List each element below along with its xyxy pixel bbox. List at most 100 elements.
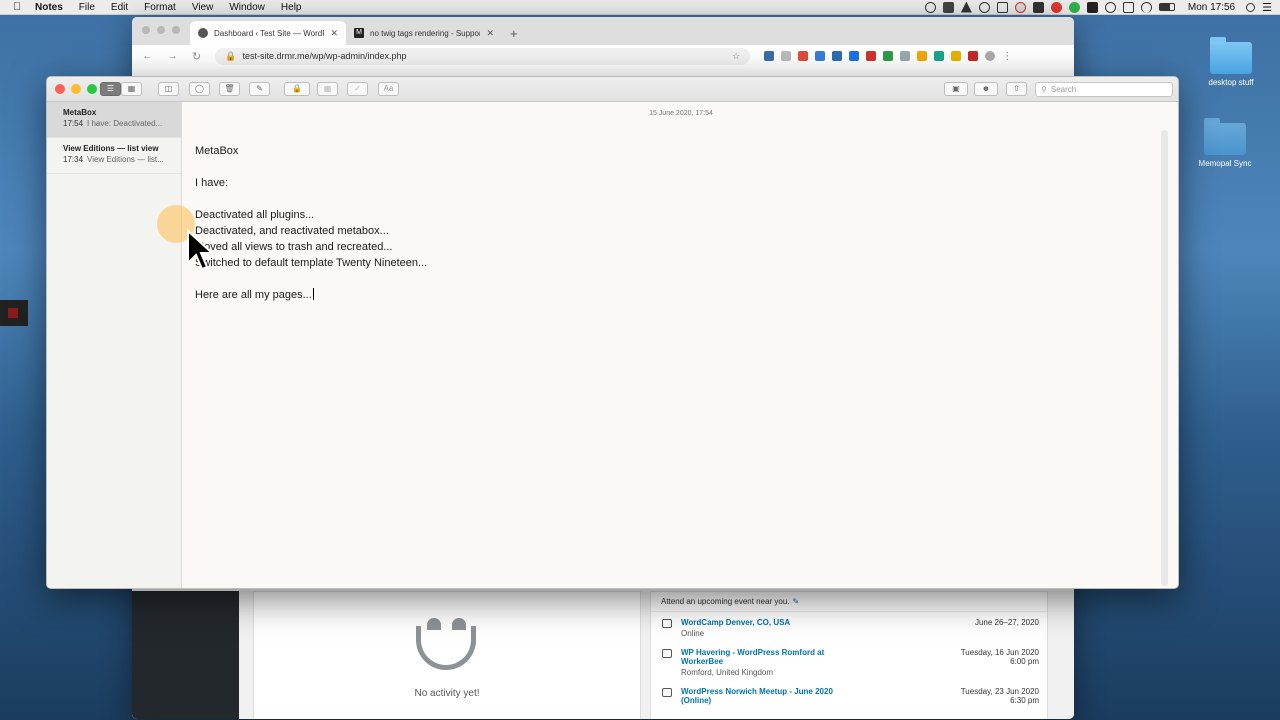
extension-icon[interactable] [832,51,843,61]
browser-tab-bar: Dashboard ‹ Test Site — WordPress ✕ M no… [132,17,1074,45]
menu-clock[interactable]: Mon 17:56 [1188,2,1235,13]
note-editor[interactable]: 15 June 2020, 17:54 MetaBox I have: Deac… [183,102,1170,588]
new-note-button[interactable]: ✎ [249,82,270,96]
status-flower-icon[interactable] [1014,1,1026,13]
extension-icon[interactable] [900,51,911,61]
note-date: 15 June 2020, 17:54 [649,110,713,117]
no-activity-text: No activity yet! [414,688,480,699]
extension-icon[interactable] [849,51,860,61]
event-date-text: Tuesday, 16 Jun 2020 [960,648,1039,657]
note-list-item[interactable]: MetaBox 17:54 I have: Deactivated... [47,102,181,138]
status-sync-icon[interactable] [978,1,990,13]
edit-location-icon[interactable]: ✎ [793,597,800,606]
note-line [195,159,427,175]
status-dropbox-icon[interactable] [942,1,954,13]
gallery-view-button[interactable]: ▦ [121,82,142,96]
desktop-icon-label: Memopal Sync [1198,159,1252,168]
delete-note-button[interactable]: 🗑 [219,82,240,96]
desktop-folder-memopal-sync[interactable]: Memopal Sync [1180,118,1270,168]
status-display-icon[interactable] [1122,1,1134,13]
menu-file[interactable]: File [71,2,103,13]
format-text-button[interactable]: Aa [378,82,399,96]
event-title-link[interactable]: WordCamp Denver, CO, USA [681,618,851,627]
menu-format[interactable]: Format [136,2,184,13]
wordpress-icon [198,28,208,38]
note-list-item[interactable]: View Editions — list view 17:34 View Edit… [47,138,181,174]
wifi-icon[interactable] [1140,1,1152,13]
note-line: MetaBox [195,145,239,157]
status-globe-icon[interactable] [1104,1,1116,13]
extension-icon[interactable] [883,51,894,61]
extension-icons: ⋮ [764,51,1012,62]
search-field[interactable]: ⚲ Search [1035,82,1173,97]
browser-close-button[interactable] [142,26,150,34]
browser-menu-icon[interactable]: ⋮ [1002,51,1012,62]
menu-app-name[interactable]: Notes [29,2,71,13]
apple-menu-icon[interactable]:  [13,1,29,13]
table-button[interactable]: ▦ [317,82,338,96]
extension-icon[interactable] [951,51,962,61]
close-button[interactable] [55,84,65,94]
menu-edit[interactable]: Edit [103,2,136,13]
status-bag-icon[interactable] [1032,1,1044,13]
status-check-icon[interactable] [1068,1,1080,13]
share-button[interactable]: ⇧ [1006,82,1027,96]
desktop-folder-desktop-stuff[interactable]: desktop stuff [1186,37,1276,87]
event-title-link[interactable]: WP Havering - WordPress Romford at Worke… [681,648,851,666]
minimize-button[interactable] [71,84,81,94]
menu-bar:  Notes File Edit Format View Window Hel… [0,0,1280,15]
notification-center-icon[interactable]: ☰ [1262,1,1272,14]
share-people-button[interactable]: ☻ [974,82,998,96]
status-grid-icon[interactable] [996,1,1008,13]
browser-minimize-button[interactable] [157,26,165,34]
tab-title: no twig tags rendering - Support [370,28,481,38]
dock-app-icon[interactable] [0,300,28,326]
zoom-button[interactable] [87,84,97,94]
spotlight-search-icon[interactable] [1246,2,1256,12]
status-location-icon[interactable] [960,1,972,13]
bookmark-star-icon[interactable]: ☆ [732,51,740,62]
checklist-button[interactable]: ✓ [347,82,368,96]
reload-icon[interactable]: ↻ [192,50,201,63]
note-preview: I have: Deactivated... [87,119,163,128]
event-title-link[interactable]: WordPress Norwich Meetup - June 2020 (On… [681,687,851,705]
address-bar[interactable]: 🔒 test-site.drmr.me/wp/wp-admin/index.ph… [215,47,751,65]
extension-icon[interactable] [815,51,826,61]
status-target-icon[interactable] [924,1,936,13]
browser-tab-support[interactable]: M no twig tags rendering - Support ✕ [346,21,502,45]
note-title: MetaBox [63,108,97,117]
extension-icon[interactable] [781,51,792,61]
menu-view[interactable]: View [184,2,222,13]
extension-icon[interactable] [866,51,877,61]
new-tab-button[interactable]: + [502,26,526,45]
event-icon [662,619,672,628]
extension-icon[interactable] [764,51,775,61]
extension-icon[interactable] [968,51,979,61]
extension-icon[interactable] [798,51,809,61]
sidebar-toggle-button[interactable]: ◫ [158,82,179,96]
note-line: Deactivated, and reactivated metabox... [195,225,389,237]
close-tab-icon[interactable]: ✕ [330,28,338,39]
menu-window[interactable]: Window [221,2,273,13]
extension-icon[interactable] [917,51,928,61]
list-view-button[interactable]: ☰ [100,82,121,96]
media-button[interactable]: ▣ [944,82,968,96]
status-app-icon[interactable] [1086,1,1098,13]
forward-arrow-icon[interactable]: → [167,50,178,62]
editor-scrollbar[interactable] [1161,130,1168,586]
browser-zoom-button[interactable] [172,26,180,34]
lock-icon: 🔒 [225,50,237,61]
profile-avatar[interactable] [985,51,996,61]
back-arrow-icon[interactable]: ← [142,50,153,62]
event-time-text: 6:30 pm [1010,696,1039,705]
folder-icon [1204,118,1246,155]
lock-note-button[interactable]: 🔒 [284,82,310,96]
attachments-button[interactable]: ◯ [189,82,210,96]
browser-tab-dashboard[interactable]: Dashboard ‹ Test Site — WordPress ✕ [190,21,346,45]
extension-icon[interactable] [934,51,945,61]
menu-help[interactable]: Help [273,2,310,13]
note-body[interactable]: MetaBox I have: Deactivated all plugins.… [195,143,427,303]
status-c-icon[interactable] [1050,1,1062,13]
close-tab-icon[interactable]: ✕ [486,28,494,39]
battery-icon[interactable] [1158,3,1175,11]
